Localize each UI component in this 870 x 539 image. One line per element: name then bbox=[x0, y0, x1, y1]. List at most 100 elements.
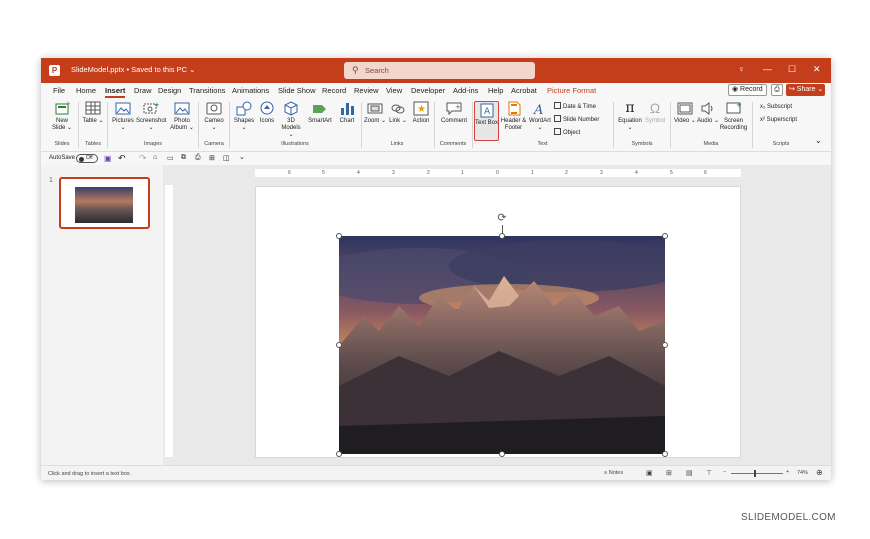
link-icon bbox=[390, 101, 406, 116]
resize-handle-left[interactable] bbox=[336, 342, 342, 348]
autosave-toggle[interactable]: Off bbox=[76, 154, 98, 163]
photo-album-icon bbox=[174, 101, 190, 116]
svg-text:+: + bbox=[154, 101, 159, 109]
screenshot-label: Screenshot ⌄ bbox=[136, 118, 167, 131]
maximize-icon[interactable]: ☐ bbox=[788, 64, 796, 75]
slide-thumbnail[interactable] bbox=[59, 177, 150, 229]
chart-button[interactable]: Chart bbox=[334, 101, 360, 125]
save-icon[interactable]: ▣ bbox=[104, 154, 112, 163]
tab-add-ins[interactable]: Add-ins bbox=[453, 86, 478, 95]
svg-text:A: A bbox=[484, 107, 491, 117]
screen-recording-button[interactable]: + Screen Recording bbox=[718, 101, 749, 132]
wordart-button[interactable]: A WordArt ⌄ bbox=[527, 101, 553, 132]
resize-handle-bottom-left[interactable] bbox=[336, 451, 342, 457]
3d-models-label: 3D Models ⌄ bbox=[281, 118, 301, 138]
tab-help[interactable]: Help bbox=[488, 86, 503, 95]
search-box[interactable]: ⚲ Search bbox=[344, 62, 535, 79]
tab-view[interactable]: View bbox=[386, 86, 402, 95]
subscript-button[interactable]: x₂ Subscript bbox=[760, 104, 792, 110]
pictures-button[interactable]: Pictures ⌄ bbox=[110, 101, 136, 132]
tab-acrobat[interactable]: Acrobat bbox=[511, 86, 537, 95]
tab-home[interactable]: Home bbox=[76, 86, 96, 95]
resize-handle-top[interactable] bbox=[499, 233, 505, 239]
action-icon: ★ bbox=[413, 101, 429, 116]
action-label: Action bbox=[412, 118, 430, 124]
share-button[interactable]: ↪ Share ⌄ bbox=[786, 84, 825, 96]
minimize-icon[interactable]: — bbox=[763, 64, 772, 74]
resize-handle-top-right[interactable] bbox=[662, 233, 668, 239]
collapse-ribbon-icon[interactable]: ⌄ bbox=[815, 136, 822, 145]
document-title[interactable]: SlideModel.pptx • Saved to this PC ⌄ bbox=[71, 65, 195, 74]
tab-draw[interactable]: Draw bbox=[134, 86, 152, 95]
zoom-out-button[interactable]: − bbox=[723, 469, 726, 475]
tab-record[interactable]: Record bbox=[322, 86, 346, 95]
photo-album-button[interactable]: Photo Album ⌄ bbox=[169, 101, 195, 132]
ruler-tick-label: 2 bbox=[565, 170, 568, 176]
record-button[interactable]: ◉ Record bbox=[728, 84, 767, 96]
tab-file[interactable]: File bbox=[53, 86, 65, 95]
tab-design[interactable]: Design bbox=[158, 86, 181, 95]
tab-slide-show[interactable]: Slide Show bbox=[278, 86, 316, 95]
action-button[interactable]: ★ Action bbox=[408, 101, 434, 125]
editing-area: 1 6 5 4 3 2 1 0 1 2 3 4 5 6 ⟳ bbox=[41, 165, 831, 465]
text-box-button[interactable]: A Text Box bbox=[474, 101, 499, 141]
tab-transitions[interactable]: Transitions bbox=[189, 86, 225, 95]
shapes-qat-icon[interactable]: ◫ bbox=[223, 154, 230, 162]
3d-models-button[interactable]: 3D Models ⌄ bbox=[278, 101, 304, 139]
superscript-button[interactable]: x² Superscript bbox=[760, 117, 797, 123]
header-footer-label: Header & Footer bbox=[500, 118, 527, 131]
screenshot-button[interactable]: + Screenshot ⌄ bbox=[136, 101, 166, 132]
zoom-slider[interactable] bbox=[731, 473, 783, 474]
close-icon[interactable]: ✕ bbox=[813, 64, 821, 75]
slide-number-button[interactable]: Slide Number bbox=[554, 115, 599, 123]
copy-icon[interactable]: ⧉ bbox=[181, 154, 186, 162]
shapes-icon bbox=[236, 101, 252, 116]
equation-button[interactable]: π Equation ⌄ bbox=[616, 101, 644, 132]
zoom-slider-thumb[interactable] bbox=[754, 470, 756, 477]
table-button[interactable]: Table ⌄ bbox=[80, 101, 106, 125]
resize-handle-bottom[interactable] bbox=[499, 451, 505, 457]
icons-button[interactable]: Icons bbox=[254, 101, 280, 125]
smartart-button[interactable]: SmartArt bbox=[305, 101, 335, 125]
chart-icon bbox=[339, 101, 355, 116]
new-icon[interactable]: ▭ bbox=[167, 154, 174, 162]
tab-insert[interactable]: Insert bbox=[105, 86, 126, 98]
cameo-button[interactable]: Cameo ⌄ bbox=[201, 101, 227, 132]
slide-sorter-icon[interactable]: ⊞ bbox=[666, 469, 672, 477]
zoom-in-button[interactable]: + bbox=[786, 469, 789, 475]
chart-label: Chart bbox=[339, 118, 355, 124]
mountain-photo[interactable] bbox=[339, 236, 665, 454]
slideshow-icon[interactable]: ⊤ bbox=[706, 469, 712, 477]
slide-canvas[interactable]: ⟳ bbox=[255, 186, 741, 458]
symbol-button[interactable]: Ω Symbol bbox=[642, 101, 668, 125]
tab-review[interactable]: Review bbox=[354, 86, 379, 95]
lightbulb-icon[interactable]: ♀ bbox=[738, 64, 745, 74]
open-icon[interactable]: ⌂ bbox=[153, 154, 157, 161]
reading-view-icon[interactable]: ▤ bbox=[686, 469, 693, 477]
resize-handle-bottom-right[interactable] bbox=[662, 451, 668, 457]
present-icon[interactable]: ⊞ bbox=[209, 154, 215, 162]
resize-handle-top-left[interactable] bbox=[336, 233, 342, 239]
tab-animations[interactable]: Animations bbox=[232, 86, 269, 95]
tab-picture-format[interactable]: Picture Format bbox=[547, 86, 596, 95]
date-time-button[interactable]: Date & Time bbox=[554, 102, 596, 110]
notes-button[interactable]: ≡ Notes bbox=[604, 470, 623, 476]
group-label-symbols: Symbols bbox=[631, 141, 653, 147]
normal-view-icon[interactable]: ▣ bbox=[646, 469, 653, 477]
zoom-level[interactable]: 74% bbox=[797, 470, 808, 476]
rotate-handle-icon[interactable]: ⟳ bbox=[496, 212, 508, 224]
resize-handle-right[interactable] bbox=[662, 342, 668, 348]
print-icon[interactable]: ⎙ bbox=[195, 154, 201, 162]
header-footer-button[interactable]: Header & Footer bbox=[500, 101, 527, 132]
tab-developer[interactable]: Developer bbox=[411, 86, 445, 95]
comment-button[interactable]: + Comment bbox=[438, 101, 470, 125]
object-button[interactable]: Object bbox=[554, 128, 580, 136]
calendar-icon bbox=[554, 102, 561, 109]
comments-icon[interactable]: ⎙ bbox=[771, 84, 783, 96]
redo-icon[interactable]: ↷ bbox=[139, 153, 147, 164]
new-slide-button[interactable]: + New Slide ⌄ bbox=[49, 100, 75, 132]
fit-to-window-icon[interactable]: ⊕ bbox=[816, 468, 823, 477]
subscript-icon: x₂ bbox=[760, 104, 766, 110]
undo-icon[interactable]: ↶ bbox=[118, 153, 126, 164]
more-icon[interactable]: ⌄ bbox=[239, 153, 245, 161]
